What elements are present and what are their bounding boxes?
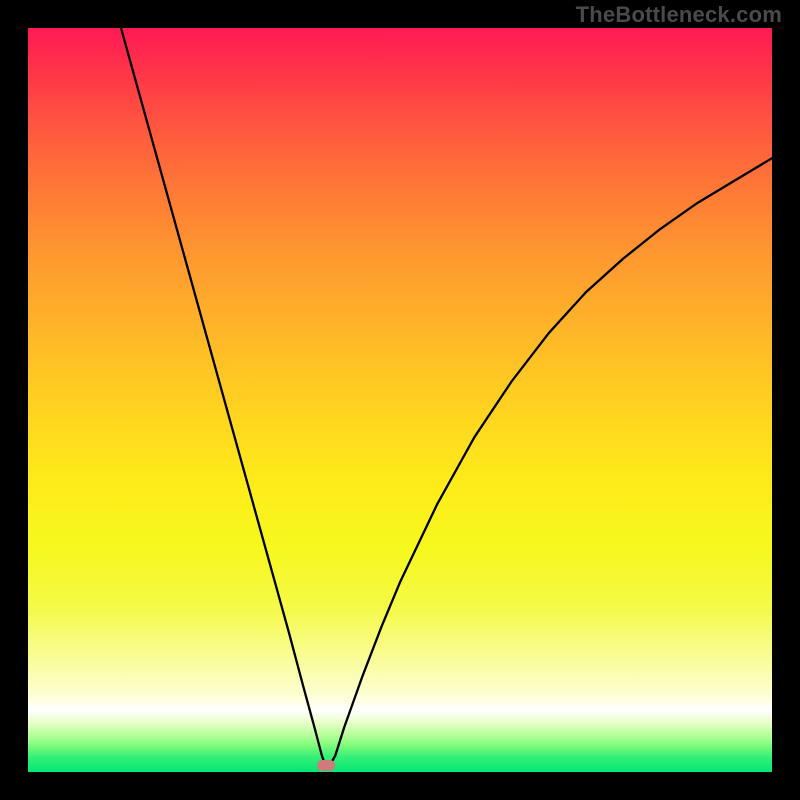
optimal-point-marker	[317, 760, 335, 771]
chart-frame: TheBottleneck.com	[0, 0, 800, 800]
plot-area	[28, 28, 772, 772]
bottleneck-curve	[121, 28, 772, 766]
watermark-text: TheBottleneck.com	[576, 2, 782, 28]
bottleneck-curve-svg	[28, 28, 772, 772]
